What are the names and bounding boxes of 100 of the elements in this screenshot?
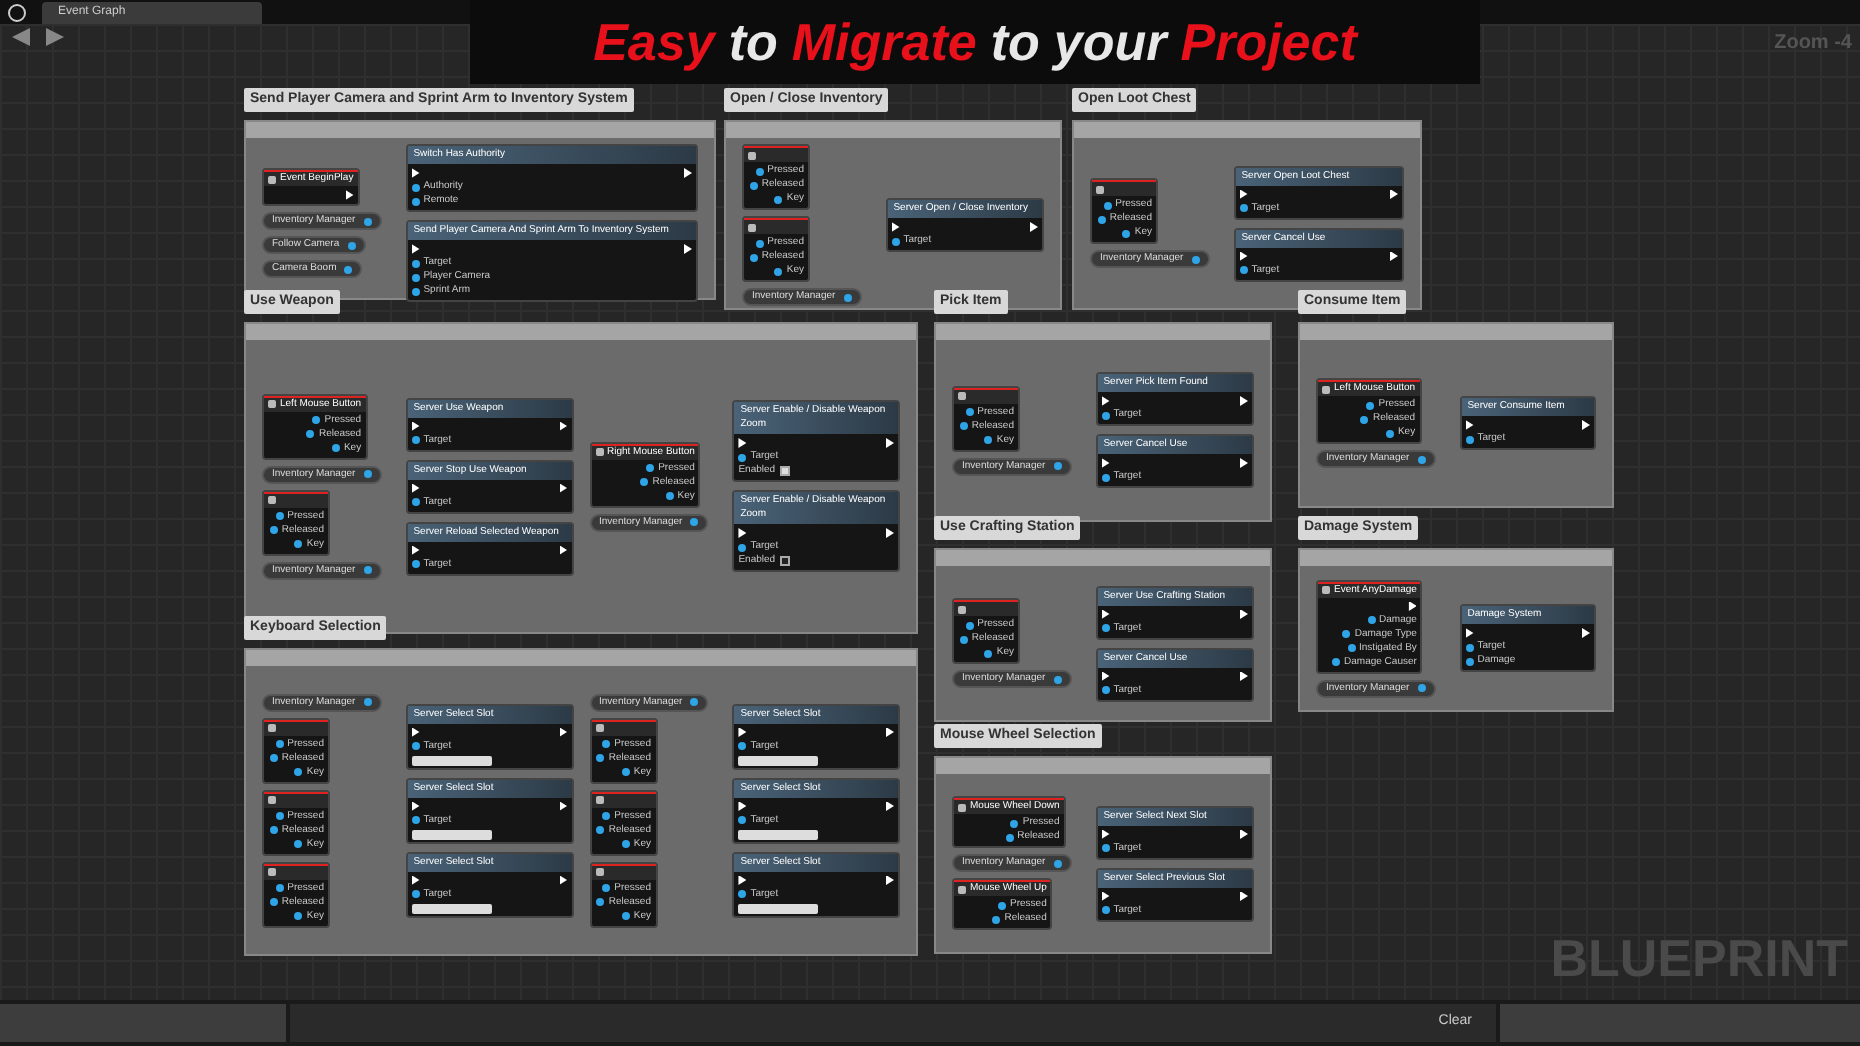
- keyboard-key-icon: [595, 448, 603, 456]
- keyboard-key-icon: [958, 885, 966, 893]
- keyboard-key-icon: [748, 223, 756, 231]
- pin-icon: [1417, 684, 1426, 692]
- enum-dropdown[interactable]: [738, 755, 819, 765]
- pin-icon: [411, 287, 420, 295]
- banner-word: your: [1053, 16, 1167, 68]
- pin-icon: [596, 898, 605, 906]
- pin-icon: [275, 812, 284, 820]
- pin-icon: [621, 768, 630, 776]
- pin-icon: [411, 436, 420, 444]
- pin-icon: [363, 217, 372, 225]
- pin-icon: [411, 560, 420, 568]
- exec-pin-icon: [559, 421, 567, 431]
- pin-icon: [1053, 462, 1062, 470]
- pin-icon: [411, 816, 420, 824]
- pin-icon: [1101, 906, 1110, 914]
- exec-pin-icon: [1390, 251, 1398, 261]
- event-icon: [1322, 586, 1330, 594]
- pin-icon: [363, 566, 372, 574]
- pin-icon: [1010, 819, 1019, 827]
- pin-icon: [1465, 657, 1474, 665]
- pin-icon: [1053, 675, 1062, 683]
- keyboard-key-icon: [1096, 185, 1104, 193]
- exec-pin-icon: [1582, 628, 1590, 638]
- pin-icon: [275, 740, 284, 748]
- checkbox[interactable]: [779, 556, 790, 566]
- pin-icon: [738, 742, 747, 750]
- enum-dropdown[interactable]: [411, 755, 492, 765]
- keyboard-key-icon: [958, 803, 966, 811]
- pin-icon: [1465, 643, 1474, 651]
- pin-icon: [749, 253, 758, 261]
- pin-icon: [1367, 616, 1376, 624]
- event-icon: [268, 175, 276, 183]
- exec-pin-icon: [886, 875, 894, 885]
- exec-pin-icon: [738, 875, 747, 885]
- pin-icon: [1465, 435, 1474, 443]
- pin-icon: [596, 754, 605, 762]
- exec-pin-icon: [559, 545, 567, 555]
- pin-icon: [1122, 229, 1131, 237]
- pin-icon: [1332, 658, 1341, 666]
- pin-icon: [411, 742, 420, 750]
- pin-icon: [1347, 644, 1356, 652]
- keyboard-key-icon: [268, 496, 276, 504]
- exec-pin-icon: [559, 483, 567, 493]
- exec-pin-icon: [738, 801, 747, 811]
- pin-icon: [294, 912, 303, 920]
- pin-icon: [1417, 455, 1426, 463]
- pin-icon: [269, 526, 278, 534]
- pin-icon: [965, 408, 974, 416]
- keyboard-key-icon: [748, 151, 756, 159]
- pin-icon: [1360, 415, 1369, 423]
- pin-icon: [984, 436, 993, 444]
- exec-pin-icon: [1390, 189, 1398, 199]
- pin-icon: [621, 912, 630, 920]
- checkbox[interactable]: [779, 466, 790, 476]
- pin-icon: [294, 540, 303, 548]
- pin-icon: [646, 464, 655, 472]
- exec-pin-icon: [345, 190, 354, 200]
- pin-icon: [1239, 266, 1248, 274]
- pin-icon: [602, 884, 611, 892]
- pin-icon: [738, 543, 747, 551]
- exec-pin-icon: [1240, 891, 1248, 901]
- enum-dropdown[interactable]: [411, 903, 492, 913]
- pin-icon: [331, 444, 340, 452]
- pin-icon: [640, 478, 649, 486]
- keyboard-key-icon: [595, 724, 603, 732]
- pin-icon: [275, 884, 284, 892]
- pin-icon: [738, 453, 747, 461]
- pin-icon: [1101, 686, 1110, 694]
- pin-icon: [269, 754, 278, 762]
- keyboard-key-icon: [268, 796, 276, 804]
- exec-pin-icon: [1101, 609, 1110, 619]
- enum-dropdown[interactable]: [738, 829, 819, 839]
- exec-pin-icon: [411, 727, 420, 737]
- exec-pin-icon: [1240, 609, 1248, 619]
- pin-icon: [411, 183, 420, 191]
- keyboard-key-icon: [958, 605, 966, 613]
- exec-pin-icon: [1101, 671, 1110, 681]
- exec-pin-icon: [411, 421, 420, 431]
- exec-pin-icon: [886, 727, 894, 737]
- pin-icon: [1191, 255, 1200, 263]
- pin-icon: [1342, 630, 1351, 638]
- pin-icon: [984, 649, 993, 657]
- pin-icon: [998, 901, 1007, 909]
- exec-pin-icon: [1240, 458, 1248, 468]
- pin-icon: [294, 768, 303, 776]
- pin-icon: [1385, 429, 1394, 437]
- pin-icon: [755, 167, 764, 175]
- pin-icon: [1101, 411, 1110, 419]
- exec-pin-icon: [411, 545, 420, 555]
- exec-pin-icon: [738, 727, 747, 737]
- pin-icon: [774, 195, 783, 203]
- pin-icon: [965, 621, 974, 629]
- enum-dropdown[interactable]: [411, 829, 492, 839]
- pin-icon: [891, 237, 900, 245]
- exec-pin-icon: [1239, 189, 1248, 199]
- enum-dropdown[interactable]: [738, 903, 819, 913]
- pin-icon: [602, 812, 611, 820]
- keyboard-key-icon: [595, 868, 603, 876]
